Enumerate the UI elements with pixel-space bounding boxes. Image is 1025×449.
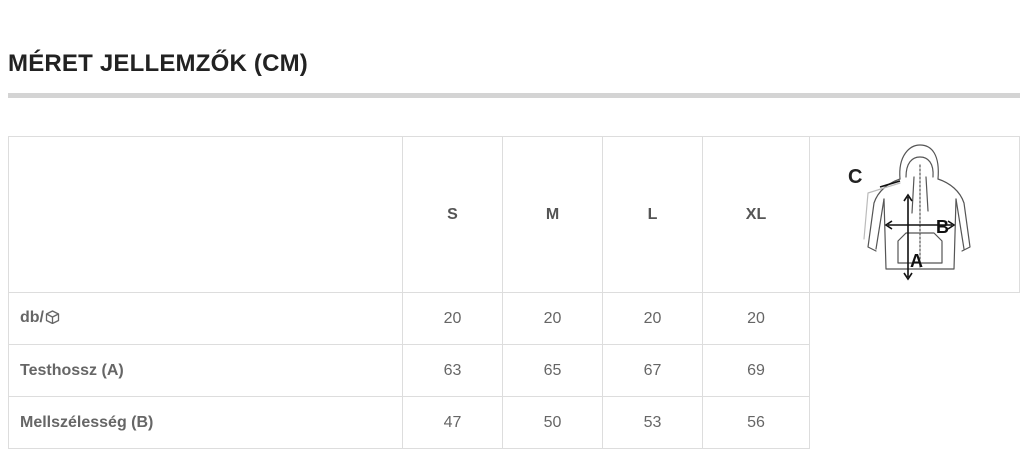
size-chart-table: S M L XL C B A db/ 20 20 20 20 Testhossz… (8, 136, 1020, 449)
cell-value: 47 (402, 396, 503, 449)
header-empty-cell (8, 136, 403, 293)
table-header-row: S M L XL C B A (8, 136, 1020, 293)
column-header-m: M (502, 136, 603, 293)
diagram-label-b: B (936, 217, 949, 237)
column-header-xl: XL (702, 136, 810, 293)
cell-value: 20 (602, 292, 703, 345)
table-row: Testhossz (A) 63 65 67 69 (8, 344, 1020, 397)
row-label-text: db/ (20, 308, 44, 326)
row-label-body-length: Testhossz (A) (8, 344, 403, 397)
cell-value: 67 (602, 344, 703, 397)
cell-value: 65 (502, 344, 603, 397)
page-title: MÉRET JELLEMZŐK (CM) (8, 50, 308, 77)
title-divider (8, 93, 1020, 98)
table-row: Mellszélesség (B) 47 50 53 56 (8, 396, 1020, 449)
cell-value: 20 (502, 292, 603, 345)
cell-value: 20 (702, 292, 810, 345)
column-header-l: L (602, 136, 703, 293)
cell-value: 69 (702, 344, 810, 397)
row-label-chest-width: Mellszélesség (B) (8, 396, 403, 449)
box-icon (45, 309, 60, 329)
cell-value: 63 (402, 344, 503, 397)
table-row: db/ 20 20 20 20 (8, 292, 1020, 345)
cell-value: 50 (502, 396, 603, 449)
row-label-quantity: db/ (8, 292, 403, 345)
cell-value: 20 (402, 292, 503, 345)
hoodie-diagram: C B A (848, 144, 971, 281)
cell-value: 53 (602, 396, 703, 449)
column-header-s: S (402, 136, 503, 293)
diagram-label-a: A (910, 251, 923, 271)
hoodie-diagram-cell: C B A (809, 136, 1020, 293)
diagram-label-c: C (848, 166, 862, 188)
cell-value: 56 (702, 396, 810, 449)
